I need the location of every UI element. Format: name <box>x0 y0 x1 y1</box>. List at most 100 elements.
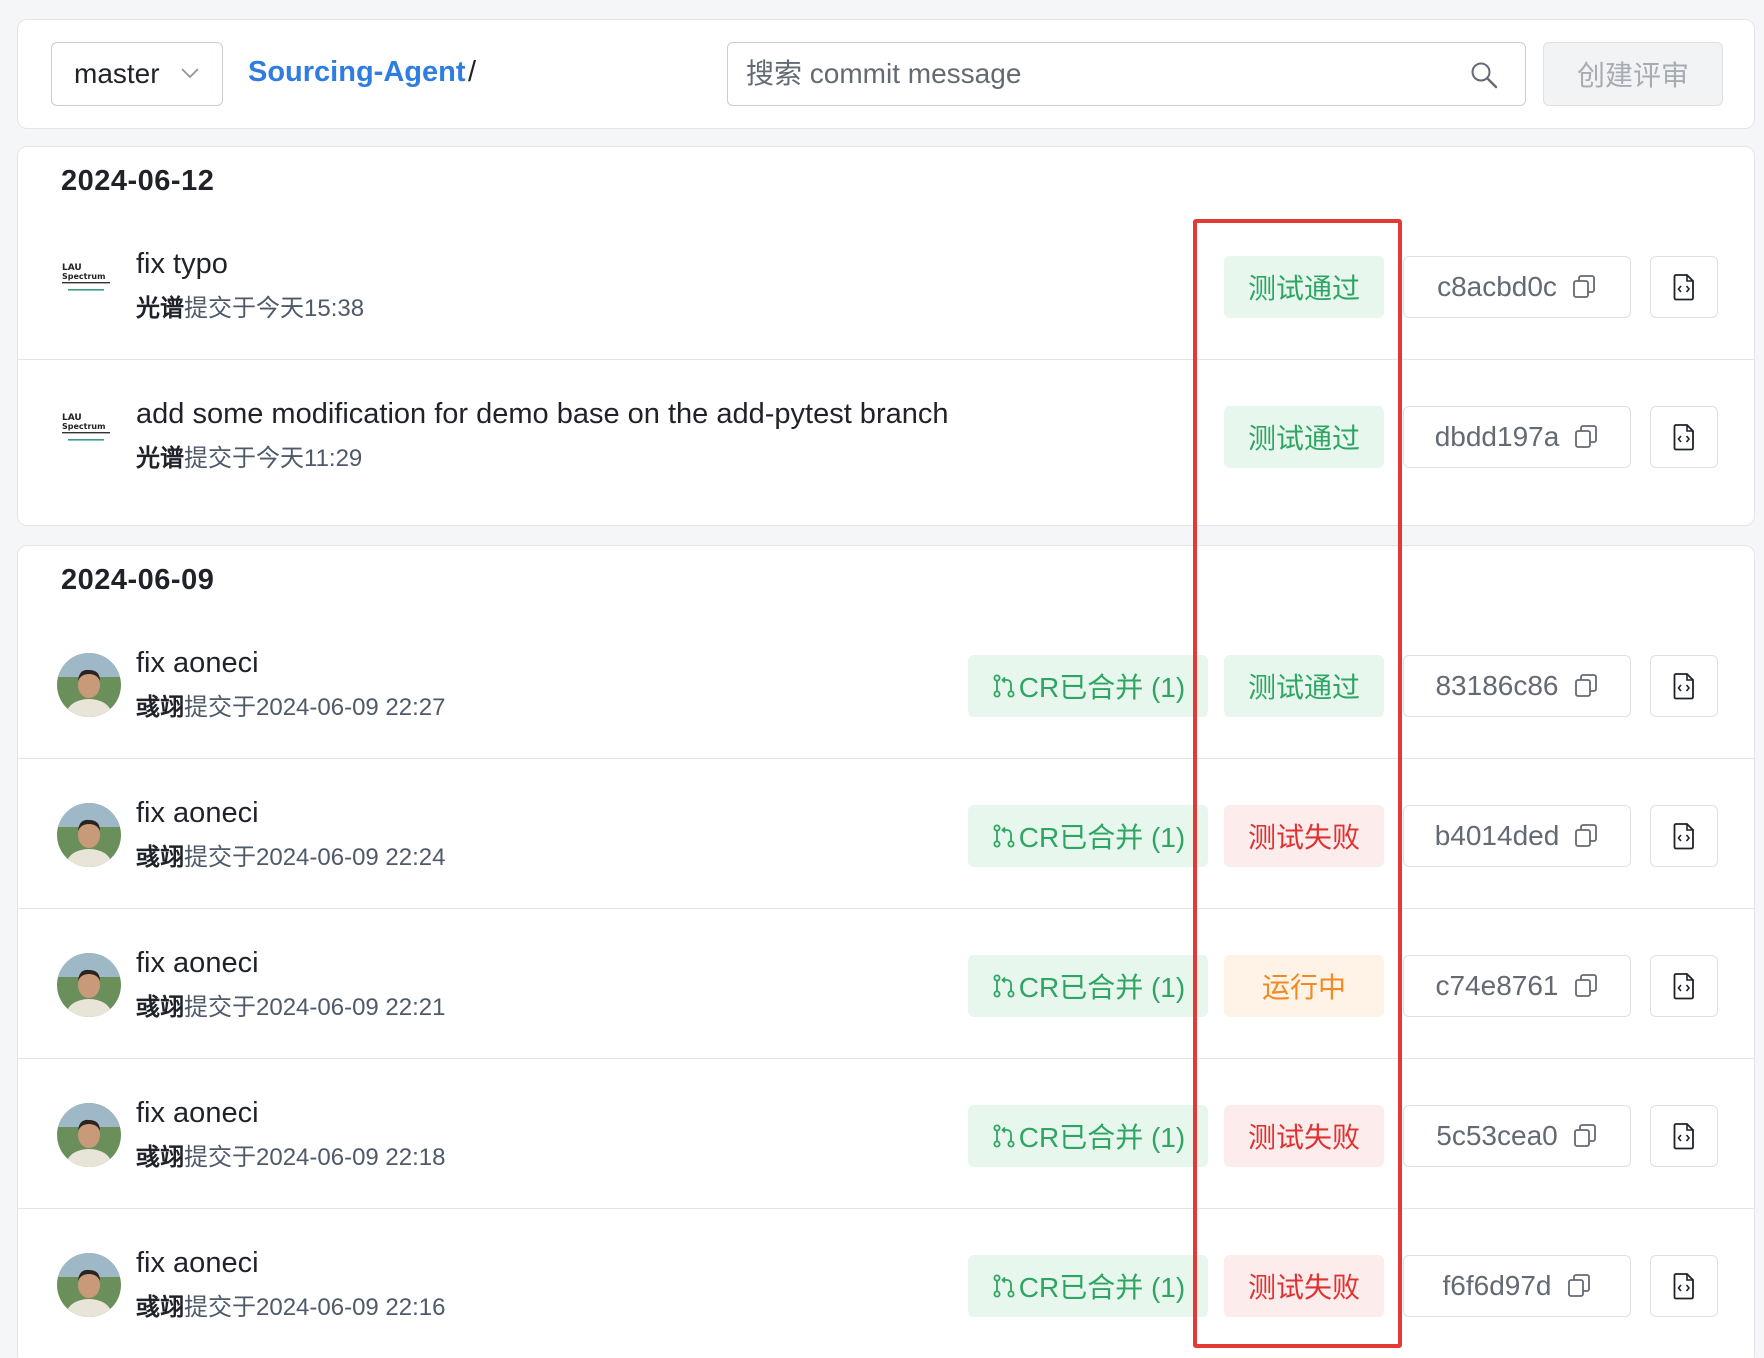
toolbar: master Sourcing-Agent / 创建评审 <box>17 19 1755 129</box>
code-review-badge[interactable]: CR已合并 (1) <box>968 805 1208 867</box>
browse-files-button[interactable] <box>1650 955 1718 1017</box>
commit-verb: 提交于 <box>184 445 256 472</box>
commit-row[interactable]: fix aoneci 彧翊提交于2024-06-09 22:24 CR已合并 (… <box>18 759 1754 909</box>
commit-hash-text: b4014ded <box>1434 820 1560 851</box>
commit-row[interactable]: fix aoneci 彧翊提交于2024-06-09 22:21 CR已合并 (… <box>18 909 1754 1059</box>
branch-select[interactable]: master <box>51 42 223 106</box>
copy-icon[interactable] <box>1573 424 1599 450</box>
commit-hash[interactable]: b4014ded <box>1403 805 1631 867</box>
copy-icon[interactable] <box>1572 1123 1598 1149</box>
browse-files-button[interactable] <box>1650 1105 1718 1167</box>
code-review-badge[interactable]: CR已合并 (1) <box>968 1105 1208 1167</box>
commit-verb: 提交于 <box>184 844 256 871</box>
search-box[interactable] <box>727 42 1526 106</box>
merge-icon <box>993 1124 1015 1148</box>
copy-icon[interactable] <box>1573 823 1599 849</box>
code-review-badge[interactable]: CR已合并 (1) <box>968 655 1208 717</box>
code-review-label: CR已合并 (1) <box>1018 1272 1186 1303</box>
commit-message[interactable]: fix aoneci <box>136 1097 259 1130</box>
breadcrumb-separator: / <box>468 56 477 88</box>
commit-verb: 提交于 <box>184 295 256 322</box>
test-status-badge[interactable]: 测试失败 <box>1224 1255 1384 1317</box>
merge-icon <box>993 1274 1015 1298</box>
group-date: 2024-06-12 <box>61 165 215 197</box>
code-review-badge[interactable]: CR已合并 (1) <box>968 955 1208 1017</box>
code-review-badge[interactable]: CR已合并 (1) <box>968 1255 1208 1317</box>
test-status-badge[interactable]: 测试失败 <box>1224 805 1384 867</box>
browse-files-button[interactable] <box>1650 406 1718 468</box>
repo-link[interactable]: Sourcing-Agent <box>248 56 466 89</box>
commit-meta: 光谱提交于今天11:29 <box>136 438 362 473</box>
avatar <box>62 263 110 291</box>
test-status-badge[interactable]: 测试失败 <box>1224 1105 1384 1167</box>
commit-row[interactable]: fix aoneci 彧翊提交于2024-06-09 22:18 CR已合并 (… <box>18 1059 1754 1209</box>
browse-files-button[interactable] <box>1650 655 1718 717</box>
commit-meta: 彧翊提交于2024-06-09 22:16 <box>136 1287 446 1322</box>
commit-hash[interactable]: 83186c86 <box>1403 655 1631 717</box>
commit-message[interactable]: fix aoneci <box>136 797 259 830</box>
copy-icon[interactable] <box>1573 973 1599 999</box>
commit-message[interactable]: fix aoneci <box>136 647 259 680</box>
commit-row[interactable]: add some modification for demo base on t… <box>18 360 1754 510</box>
commit-verb: 提交于 <box>184 1144 256 1171</box>
commit-hash[interactable]: f6f6d97d <box>1403 1255 1631 1317</box>
commit-message[interactable]: fix typo <box>136 248 228 281</box>
file-code-icon <box>1673 823 1694 850</box>
commit-time: 今天15:38 <box>256 295 365 322</box>
commit-group: 2024-06-09 fix aoneci 彧翊提交于2024-06-09 22… <box>17 545 1755 1358</box>
create-review-button[interactable]: 创建评审 <box>1543 42 1723 106</box>
commit-verb: 提交于 <box>184 694 256 721</box>
browse-files-button[interactable] <box>1650 1255 1718 1317</box>
commit-message[interactable]: add some modification for demo base on t… <box>136 398 948 431</box>
commit-hash[interactable]: dbdd197a <box>1403 406 1631 468</box>
browse-files-button[interactable] <box>1650 805 1718 867</box>
merge-icon <box>993 974 1015 998</box>
commit-time: 2024-06-09 22:21 <box>256 994 446 1021</box>
group-date: 2024-06-09 <box>61 564 215 596</box>
search-icon[interactable] <box>1469 60 1499 90</box>
avatar <box>57 653 121 717</box>
search-input[interactable] <box>728 43 1428 105</box>
commit-message[interactable]: fix aoneci <box>136 1247 259 1280</box>
copy-icon[interactable] <box>1571 274 1597 300</box>
commit-meta: 光谱提交于今天15:38 <box>136 288 364 323</box>
commit-author: 彧翊 <box>136 844 184 871</box>
commit-hash-text: dbdd197a <box>1434 421 1560 452</box>
commit-meta: 彧翊提交于2024-06-09 22:18 <box>136 1137 446 1172</box>
avatar <box>57 1103 121 1167</box>
test-status-badge[interactable]: 测试通过 <box>1224 655 1384 717</box>
chevron-down-icon <box>181 68 199 79</box>
commit-meta: 彧翊提交于2024-06-09 22:24 <box>136 837 446 872</box>
merge-icon <box>993 674 1015 698</box>
copy-icon[interactable] <box>1566 1273 1592 1299</box>
commit-time: 2024-06-09 22:16 <box>256 1294 446 1321</box>
code-review-label: CR已合并 (1) <box>1018 1122 1186 1153</box>
commit-hash-text: f6f6d97d <box>1442 1270 1552 1301</box>
file-code-icon <box>1673 973 1694 1000</box>
commit-hash[interactable]: c74e8761 <box>1403 955 1631 1017</box>
commit-verb: 提交于 <box>184 994 256 1021</box>
commit-hash[interactable]: 5c53cea0 <box>1403 1105 1631 1167</box>
commit-hash-text: c8acbd0c <box>1437 271 1557 302</box>
browse-files-button[interactable] <box>1650 256 1718 318</box>
test-status-badge[interactable]: 测试通过 <box>1224 256 1384 318</box>
commit-time: 2024-06-09 22:27 <box>256 694 446 721</box>
branch-label: master <box>74 58 160 89</box>
commit-hash-text: 83186c86 <box>1435 670 1559 701</box>
copy-icon[interactable] <box>1573 673 1599 699</box>
commit-hash-text: 5c53cea0 <box>1436 1120 1558 1151</box>
avatar <box>62 413 110 441</box>
avatar <box>57 803 121 867</box>
commit-row[interactable]: fix typo 光谱提交于今天15:38 测试通过 c8acbd0c <box>18 210 1754 360</box>
file-code-icon <box>1673 424 1694 451</box>
commit-meta: 彧翊提交于2024-06-09 22:21 <box>136 987 446 1022</box>
test-status-badge[interactable]: 测试通过 <box>1224 406 1384 468</box>
commit-author: 彧翊 <box>136 1144 184 1171</box>
commit-row[interactable]: fix aoneci 彧翊提交于2024-06-09 22:27 CR已合并 (… <box>18 609 1754 759</box>
commit-hash[interactable]: c8acbd0c <box>1403 256 1631 318</box>
commit-time: 今天11:29 <box>256 445 363 472</box>
commit-row[interactable]: fix aoneci 彧翊提交于2024-06-09 22:16 CR已合并 (… <box>18 1209 1754 1358</box>
commit-verb: 提交于 <box>184 1294 256 1321</box>
test-status-badge[interactable]: 运行中 <box>1224 955 1384 1017</box>
commit-message[interactable]: fix aoneci <box>136 947 259 980</box>
